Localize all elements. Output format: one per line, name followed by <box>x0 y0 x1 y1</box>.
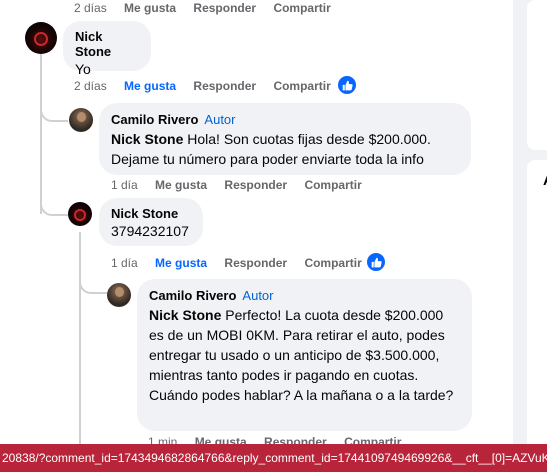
share-button[interactable]: Compartir <box>273 79 330 93</box>
share-button[interactable]: Compartir <box>273 1 330 15</box>
comment-text: 3794232107 <box>111 223 189 239</box>
like-reaction-icon[interactable] <box>336 74 358 96</box>
share-button[interactable]: Compartir <box>304 256 361 270</box>
avatar-logo-ring <box>34 32 48 46</box>
comment-text: Yo <box>75 61 91 77</box>
comment-author[interactable]: Nick Stone <box>75 29 139 59</box>
link-status-bar: 20838/?comment_id=1743494682864766&reply… <box>0 444 547 472</box>
comment-bubble: Camilo Rivero Autor Nick Stone Perfecto! … <box>137 279 472 431</box>
avatar-logo-ring <box>74 209 86 221</box>
comment-time[interactable]: 1 día <box>111 256 138 270</box>
avatar-face <box>77 112 86 122</box>
comment-actions: 1 día Me gusta Responder Compartir <box>111 256 376 270</box>
like-reaction-icon[interactable] <box>365 251 387 273</box>
comment-text: Nick Stone Perfecto! La cuota desde $200… <box>149 305 460 405</box>
comment-time[interactable]: 2 días <box>74 1 107 15</box>
comment-author[interactable]: Camilo Rivero <box>111 112 198 127</box>
comment-text: Nick Stone Hola! Son cuotas fijas desde … <box>111 129 459 169</box>
sidebar-card: A <box>527 160 547 472</box>
comment-bubble: Camilo Rivero Autor Nick Stone Hola! Son … <box>99 103 471 175</box>
comment-author[interactable]: Nick Stone <box>111 206 191 221</box>
share-button[interactable]: Compartir <box>304 178 361 192</box>
comment-bubble: Nick Stone Yo <box>63 21 151 77</box>
reply-button[interactable]: Responder <box>224 256 287 270</box>
avatar[interactable] <box>68 202 92 226</box>
comment-actions: 2 días Me gusta Responder Compartir <box>74 1 345 15</box>
comment-author[interactable]: Camilo Rivero <box>149 288 236 303</box>
mention-link[interactable]: Nick Stone <box>149 307 221 323</box>
comment-time[interactable]: 2 días <box>74 79 107 93</box>
avatar[interactable] <box>25 22 57 54</box>
like-button[interactable]: Me gusta <box>124 1 176 15</box>
mention-link[interactable]: Nick Stone <box>111 131 183 147</box>
avatar[interactable] <box>107 283 131 307</box>
comment-bubble: Nick Stone 3794232107 <box>99 198 203 246</box>
author-badge: Autor <box>204 112 236 127</box>
like-button[interactable]: Me gusta <box>124 79 176 93</box>
thread-curve <box>40 100 68 122</box>
sidebar-card <box>527 0 547 150</box>
comment-actions: 1 día Me gusta Responder Compartir <box>111 178 376 192</box>
thread-line <box>79 232 81 444</box>
thread-curve <box>79 270 107 294</box>
thread-curve <box>40 190 68 216</box>
avatar-face <box>115 287 124 297</box>
like-button[interactable]: Me gusta <box>155 178 207 192</box>
right-sidebar: A <box>513 0 547 472</box>
sidebar-card-heading: A <box>543 172 547 189</box>
reply-button[interactable]: Responder <box>224 178 287 192</box>
reply-button[interactable]: Responder <box>193 79 256 93</box>
like-button[interactable]: Me gusta <box>155 256 207 270</box>
comment-time[interactable]: 1 día <box>111 178 138 192</box>
comment-actions: 2 días Me gusta Responder Compartir <box>74 79 345 93</box>
reply-button[interactable]: Responder <box>193 1 256 15</box>
comment-thread: 2 días Me gusta Responder Compartir Nick… <box>0 0 547 472</box>
author-badge: Autor <box>242 288 274 303</box>
avatar[interactable] <box>69 108 93 132</box>
